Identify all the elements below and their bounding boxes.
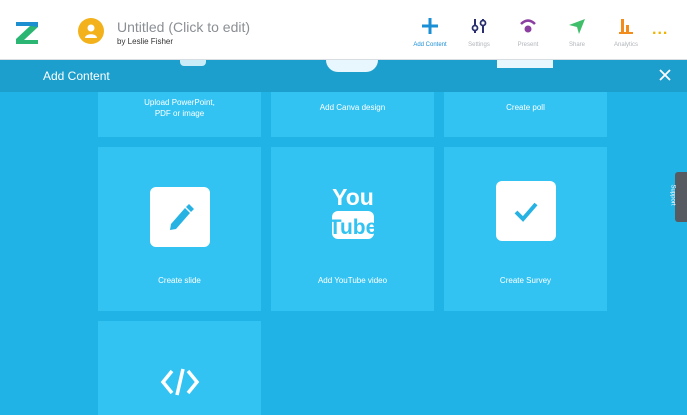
canva-tile-label: Add Canva design — [319, 103, 386, 112]
avatar[interactable] — [78, 18, 104, 44]
more-menu-button[interactable]: ... — [652, 22, 668, 38]
youtube-icon: You Tube — [328, 184, 377, 239]
analytics-button[interactable]: Analytics — [596, 12, 656, 54]
poll-tile[interactable]: Create poll — [444, 92, 607, 137]
sliders-icon — [471, 19, 487, 33]
canva-icon — [326, 60, 378, 72]
pencil-icon — [169, 204, 194, 230]
upload-tile[interactable]: Upload PowerPoint, PDF or image — [98, 92, 261, 137]
youtube-tile[interactable]: You Tube Add YouTube video — [271, 147, 434, 311]
analytics-label: Analytics — [613, 42, 638, 48]
support-tab[interactable]: Support — [670, 172, 687, 222]
document-author: by Leslie Fisher — [117, 37, 174, 46]
create-slide-label: Create slide — [158, 276, 201, 285]
poll-tile-label: Create poll — [506, 103, 545, 112]
embed-code-tile[interactable] — [98, 321, 261, 415]
upload-tile-label: Upload PowerPoint, PDF or image — [144, 98, 215, 118]
plus-icon — [422, 18, 438, 34]
canva-tile[interactable]: Add Canva design — [271, 92, 434, 137]
top-bar: Untitled (Click to edit) by Leslie Fishe… — [0, 0, 687, 60]
create-survey-label: Create Survey — [499, 276, 552, 285]
upload-icon — [180, 60, 206, 66]
checkmark-icon — [514, 202, 538, 222]
support-label: Support — [669, 184, 676, 206]
bar-chart-icon — [619, 19, 633, 34]
svg-text:You: You — [332, 184, 374, 210]
poll-icon — [497, 60, 553, 68]
user-icon — [85, 24, 97, 38]
svg-text:Tube: Tube — [328, 216, 377, 239]
send-icon — [569, 19, 585, 34]
zoho-z-logo-icon[interactable] — [14, 19, 40, 45]
overlay-title: Add Content — [43, 69, 110, 83]
create-survey-tile[interactable]: Create Survey — [444, 147, 607, 311]
create-slide-tile[interactable]: Create slide — [98, 147, 261, 311]
present-icon — [520, 19, 536, 33]
close-icon[interactable] — [656, 66, 674, 84]
document-title[interactable]: Untitled (Click to edit) — [117, 19, 250, 35]
code-icon — [160, 368, 199, 396]
youtube-label: Add YouTube video — [317, 276, 388, 285]
